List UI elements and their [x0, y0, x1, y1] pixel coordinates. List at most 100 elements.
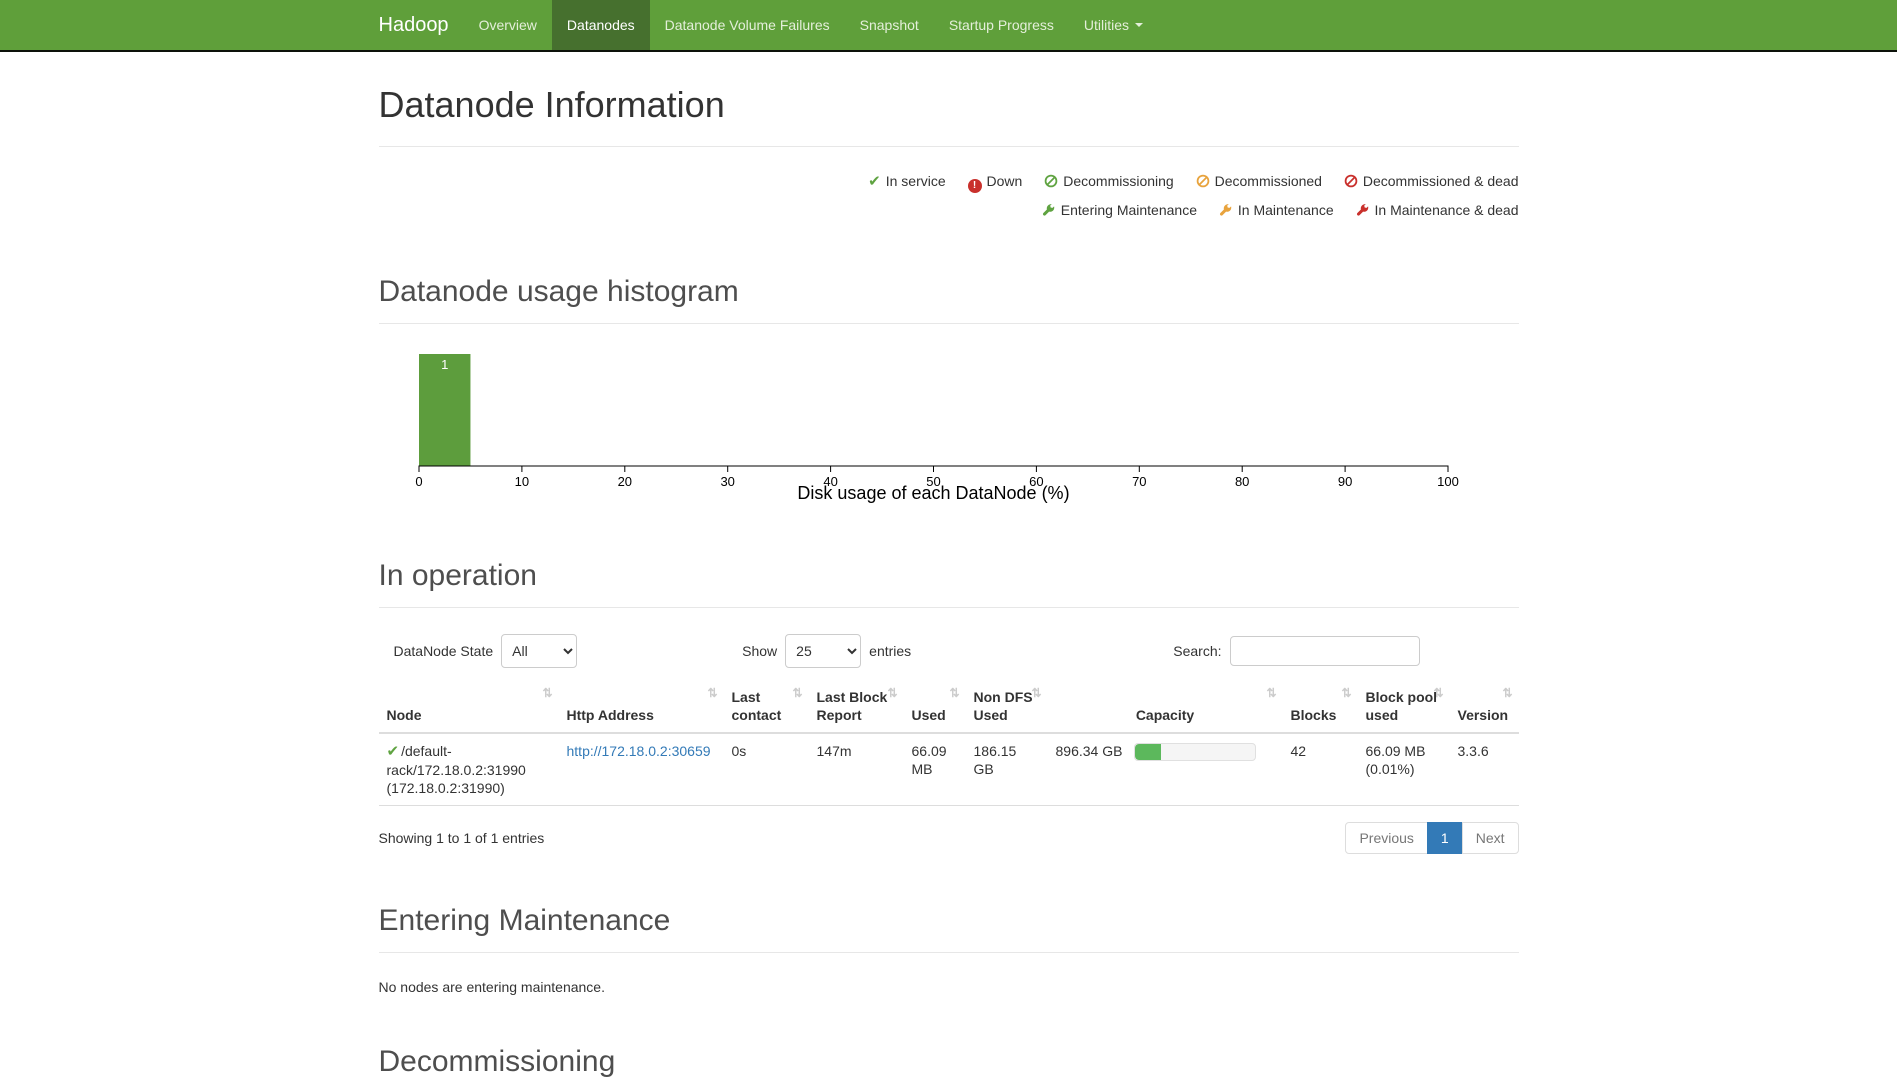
col-header-non-dfs-used[interactable]: Non DFS Used⇅ [966, 680, 1048, 733]
non-dfs-used-cell: 186.15 GB [966, 733, 1048, 806]
col-header-last-block-report[interactable]: Last Block Report⇅ [809, 680, 904, 733]
wrench-icon [1219, 203, 1233, 217]
legend-label: Entering Maintenance [1061, 202, 1197, 218]
col-header-used[interactable]: Used⇅ [904, 680, 966, 733]
svg-text:0: 0 [415, 474, 422, 489]
exclamation-circle-icon: ! [968, 179, 982, 193]
pagination: Previous 1 Next [1345, 822, 1518, 854]
legend-decommissioning: Decommissioning [1044, 167, 1173, 196]
col-header-capacity[interactable]: Capacity⇅ [1048, 680, 1283, 733]
in-operation-section-title: In operation [379, 559, 1519, 593]
sort-icon[interactable]: ⇅ [792, 684, 802, 702]
nav-datanodes[interactable]: Datanodes [552, 0, 650, 50]
nav-startup-progress[interactable]: Startup Progress [934, 0, 1069, 50]
col-header-http-address[interactable]: Http Address⇅ [559, 680, 724, 733]
capacity-value: 896.34 GB [1056, 742, 1123, 760]
svg-text:90: 90 [1337, 474, 1351, 489]
sort-icon[interactable]: ⇅ [542, 684, 552, 702]
previous-page-button[interactable]: Previous [1345, 822, 1427, 854]
node-cell: ✔/default-rack/172.18.0.2:31990 (172.18.… [379, 733, 559, 806]
sort-icon[interactable]: ⇅ [1031, 684, 1041, 702]
search-input[interactable] [1230, 636, 1420, 666]
datanodes-table: Node⇅ Http Address⇅ Last contact⇅ Last B… [379, 680, 1519, 806]
http-address-cell: http://172.18.0.2:30659 [559, 733, 724, 806]
capacity-progress-fill [1135, 744, 1160, 760]
datanode-state-select[interactable]: All [501, 634, 577, 668]
histogram-divider [379, 323, 1519, 324]
entering-maintenance-divider [379, 952, 1519, 953]
nav-datanode-volume-failures[interactable]: Datanode Volume Failures [650, 0, 845, 50]
entering-maintenance-section-title: Entering Maintenance [379, 904, 1519, 938]
col-header-last-contact[interactable]: Last contact⇅ [724, 680, 809, 733]
legend-decommissioned-dead: Decommissioned & dead [1344, 167, 1519, 196]
entries-select[interactable]: 25 [785, 634, 861, 668]
page-length-control: Show 25 entries [742, 634, 911, 668]
legend-label: In Maintenance & dead [1375, 202, 1519, 218]
legend-label: Decommissioned [1215, 173, 1322, 189]
legend-in-service: ✔In service [868, 167, 946, 196]
col-header-block-pool-used[interactable]: Block pool used⇅ [1358, 680, 1450, 733]
capacity-progress-bar [1134, 743, 1256, 761]
search-label: Search: [1173, 643, 1221, 659]
sort-icon[interactable]: ⇅ [1341, 684, 1351, 702]
block-pool-used-cell: 66.09 MB (0.01%) [1358, 733, 1450, 806]
nav-overview[interactable]: Overview [464, 0, 552, 50]
sort-icon[interactable]: ⇅ [887, 684, 897, 702]
brand-hadoop[interactable]: Hadoop [379, 0, 464, 50]
check-icon: ✔ [868, 167, 881, 196]
datanode-state-label: DataNode State [394, 643, 494, 659]
legend-label: Down [987, 173, 1023, 189]
capacity-cell: 896.34 GB [1048, 733, 1283, 806]
table-row: ✔/default-rack/172.18.0.2:31990 (172.18.… [379, 733, 1519, 806]
nav-utilities[interactable]: Utilities [1069, 0, 1158, 50]
sort-icon[interactable]: ⇅ [1433, 684, 1443, 702]
next-page-button[interactable]: Next [1462, 822, 1519, 854]
sort-icon[interactable]: ⇅ [1502, 684, 1512, 702]
last-block-report-cell: 147m [809, 733, 904, 806]
table-controls: DataNode State All Show 25 entries Searc… [379, 634, 1519, 668]
search-control: Search: [1173, 636, 1419, 666]
table-header-row: Node⇅ Http Address⇅ Last contact⇅ Last B… [379, 680, 1519, 733]
datanode-state-filter: DataNode State All [394, 634, 578, 668]
decommissioning-section-title: Decommissioning [379, 1045, 1519, 1077]
blocks-cell: 42 [1283, 733, 1358, 806]
check-icon: ✔ [387, 743, 400, 760]
sort-icon[interactable]: ⇅ [1266, 684, 1276, 702]
legend-entering-maintenance: Entering Maintenance [1042, 196, 1197, 225]
version-cell: 3.3.6 [1450, 733, 1519, 806]
main-content: Datanode Information ✔In service ! Down D… [364, 84, 1534, 1077]
sort-icon[interactable]: ⇅ [949, 684, 959, 702]
legend-label: In Maintenance [1238, 202, 1334, 218]
legend-row-1: ✔In service ! Down Decommissioning Decomm… [379, 167, 1519, 196]
nav-snapshot[interactable]: Snapshot [845, 0, 934, 50]
page-1-button[interactable]: 1 [1427, 822, 1463, 854]
wrench-icon [1356, 203, 1370, 217]
ban-icon [1344, 174, 1358, 188]
col-header-node[interactable]: Node⇅ [379, 680, 559, 733]
legend-label: Decommissioning [1063, 173, 1173, 189]
entering-maintenance-empty-text: No nodes are entering maintenance. [379, 979, 1519, 995]
in-operation-divider [379, 607, 1519, 608]
ban-icon [1196, 174, 1210, 188]
histogram-section-title: Datanode usage histogram [379, 275, 1519, 309]
show-label: Show [742, 643, 777, 659]
svg-text:1: 1 [441, 357, 448, 372]
col-header-version[interactable]: Version⇅ [1450, 680, 1519, 733]
svg-text:20: 20 [617, 474, 631, 489]
legend-down: ! Down [968, 167, 1023, 196]
table-footer: Showing 1 to 1 of 1 entries Previous 1 N… [379, 822, 1519, 854]
ban-icon [1044, 174, 1058, 188]
http-address-link[interactable]: http://172.18.0.2:30659 [567, 743, 711, 759]
svg-text:10: 10 [514, 474, 528, 489]
last-contact-cell: 0s [724, 733, 809, 806]
col-header-blocks[interactable]: Blocks⇅ [1283, 680, 1358, 733]
used-cell: 66.09 MB [904, 733, 966, 806]
histogram-chart: 10102030405060708090100Disk usage of eac… [379, 334, 1519, 506]
showing-entries-text: Showing 1 to 1 of 1 entries [379, 830, 545, 846]
page-title: Datanode Information [379, 84, 1519, 126]
sort-icon[interactable]: ⇅ [707, 684, 717, 702]
entries-label: entries [869, 643, 911, 659]
top-navbar: Hadoop Overview Datanodes Datanode Volum… [0, 0, 1897, 52]
nav-utilities-label: Utilities [1084, 17, 1129, 33]
legend-in-maintenance: In Maintenance [1219, 196, 1334, 225]
